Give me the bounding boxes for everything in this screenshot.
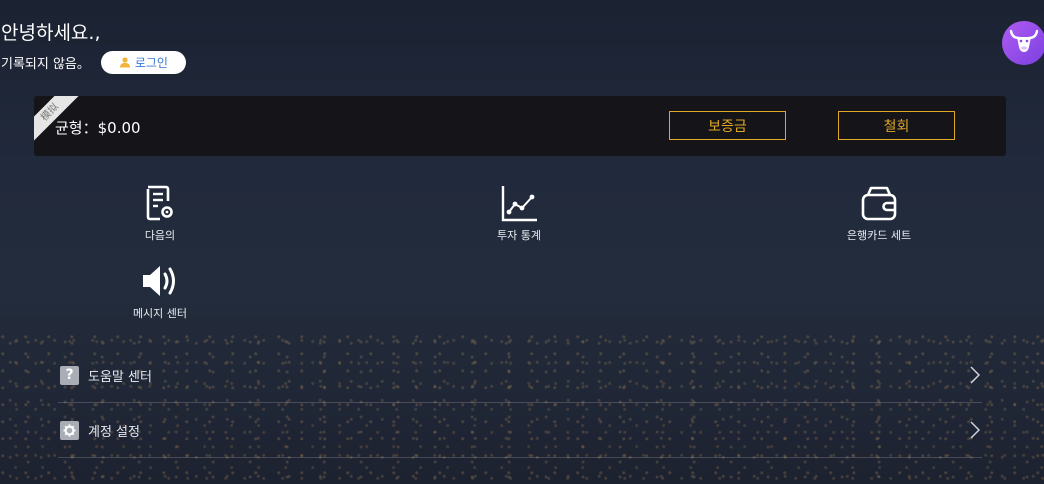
user-icon xyxy=(119,53,131,72)
menu-item-orders[interactable]: 다음의 xyxy=(121,184,199,243)
login-button[interactable]: 로그인 xyxy=(100,51,186,74)
menu-item-label: 메시지 센터 xyxy=(132,307,188,320)
question-icon: ? xyxy=(60,365,79,385)
line-chart-icon xyxy=(500,184,538,222)
balance-label: 균형： xyxy=(55,119,98,137)
help-center-label: 도움말 센터 xyxy=(88,369,152,385)
speaker-icon xyxy=(141,262,179,300)
wallet-icon xyxy=(860,184,898,222)
menu-item-bank-card[interactable]: 은행카드 세트 xyxy=(830,184,928,243)
menu-item-message-center[interactable]: 메시지 센터 xyxy=(121,262,199,321)
help-center-row[interactable]: ? 도움말 센터 xyxy=(58,348,982,403)
menu-item-investment-stats[interactable]: 투자 통계 xyxy=(480,184,558,243)
not-logged-in-text: 기록되지 않음。 xyxy=(1,57,90,72)
account-settings-row[interactable]: 계정 설정 xyxy=(58,403,982,458)
chevron-right-icon xyxy=(970,421,980,439)
menu-item-label: 다음의 xyxy=(144,229,176,242)
withdraw-button[interactable]: 철회 xyxy=(838,111,955,140)
greeting-text: 안녕하세요., xyxy=(1,22,101,44)
login-row: 기록되지 않음。 로그인 xyxy=(1,51,186,74)
login-label: 로그인 xyxy=(134,56,168,70)
menu-item-label: 은행카드 세트 xyxy=(846,229,912,242)
order-settings-icon xyxy=(141,184,179,222)
gear-icon xyxy=(60,420,79,440)
avatar[interactable] xyxy=(1002,21,1044,65)
deposit-button[interactable]: 보증금 xyxy=(669,111,786,140)
chevron-right-icon xyxy=(970,366,980,384)
account-settings-label: 계정 설정 xyxy=(88,424,140,440)
menu-item-label: 투자 통계 xyxy=(497,229,541,242)
balance-card: 模拟 균형：$0.00 보증금 철회 xyxy=(34,96,1006,156)
balance-value: $0.00 xyxy=(97,119,141,137)
balance-display: 균형：$0.00 xyxy=(55,117,141,138)
bull-logo-icon xyxy=(1009,28,1039,58)
